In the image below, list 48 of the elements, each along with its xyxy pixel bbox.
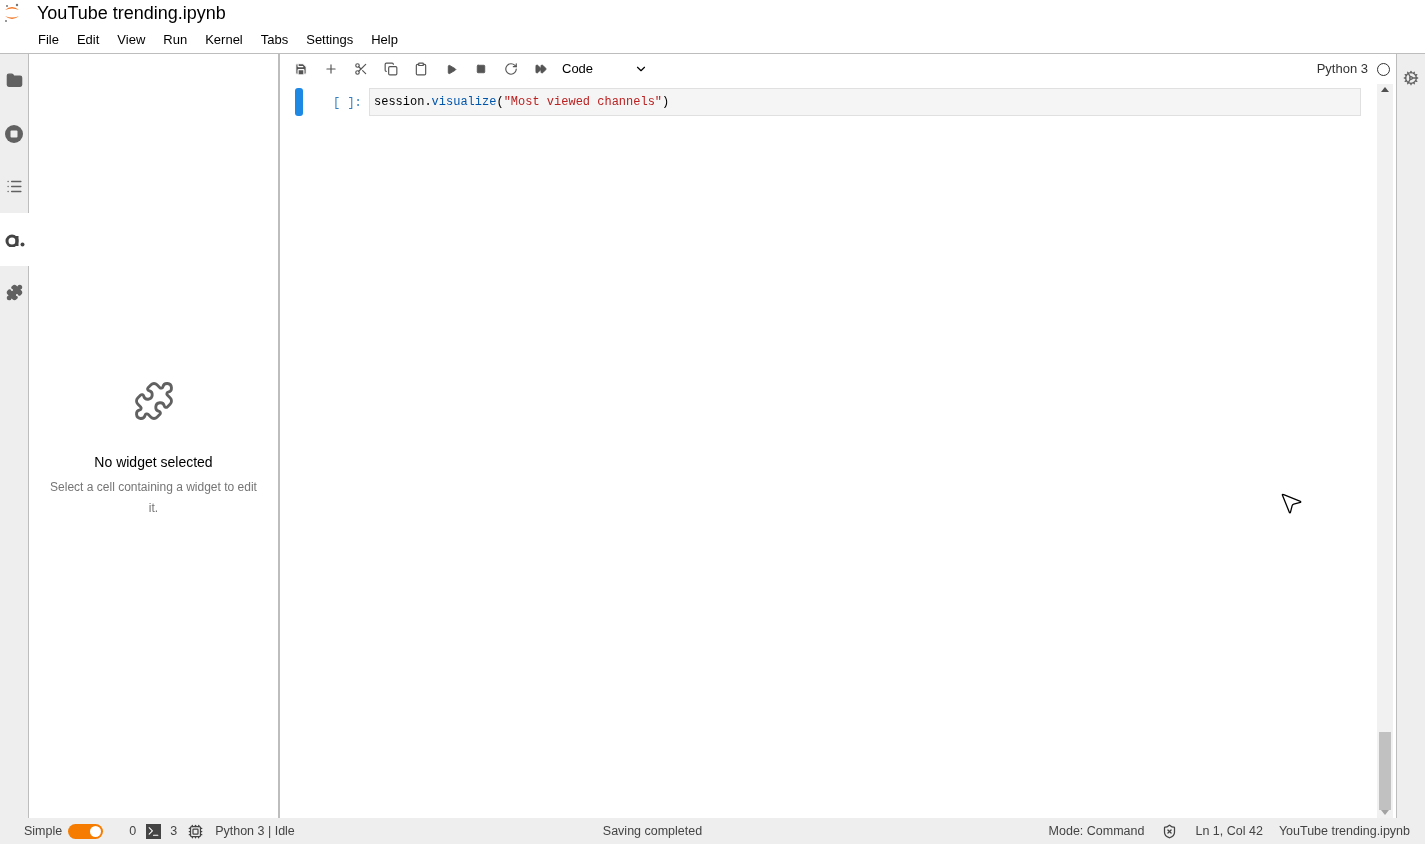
status-label: Simple [24, 822, 63, 840]
scroll-thumb[interactable] [1379, 732, 1391, 810]
kernel-status[interactable]: Python 3 | Idle [215, 821, 295, 841]
toggle-switch[interactable] [68, 823, 104, 839]
a-dot-logo-icon[interactable] [4, 232, 25, 247]
plus-icon[interactable] [324, 62, 338, 76]
restart-icon[interactable] [504, 62, 518, 76]
kernel-name[interactable]: Python 3 [1316, 59, 1368, 79]
editor-mode: Mode: Command [1048, 822, 1145, 840]
jupyter-logo-icon [4, 3, 20, 23]
folder-icon[interactable] [5, 72, 23, 89]
status-message: Saving completed [602, 822, 703, 840]
file-name: YouTube trending.ipynb [1278, 822, 1410, 840]
panel-message: Select a cell containing a widget to edit it. [49, 479, 258, 517]
menu-item[interactable]: Help [362, 29, 407, 50]
stop-icon[interactable] [476, 64, 486, 74]
copy-icon[interactable] [384, 62, 398, 76]
menu-item[interactable]: File [29, 29, 68, 50]
fast-forward-icon[interactable] [535, 63, 547, 75]
cell-prompt: [ ]: [333, 95, 363, 112]
menu-item[interactable]: Settings [297, 29, 363, 50]
sidebar-tab[interactable] [0, 213, 29, 266]
shield-x-icon[interactable] [1162, 823, 1178, 839]
window-title: YouTube trending.ipynb [37, 1, 226, 25]
paste-icon[interactable] [414, 62, 428, 76]
run-icon[interactable] [445, 63, 457, 75]
chip-icon[interactable] [188, 823, 204, 839]
code-input[interactable]: session.visualize("Most viewed channels") [369, 88, 1361, 116]
cell-type-dropdown[interactable]: Code [562, 59, 648, 79]
cursor-position[interactable]: Ln 1, Col 42 [1195, 821, 1263, 841]
settings-icon[interactable] [1403, 70, 1419, 86]
menu-item[interactable]: Kernel [196, 29, 252, 50]
menu-item[interactable]: Run [154, 29, 197, 50]
stop-circle-icon[interactable] [5, 124, 23, 143]
kernel-count: 3 [170, 822, 178, 840]
menu-item[interactable]: Edit [67, 29, 109, 50]
puzzle-icon[interactable] [5, 284, 23, 301]
scroll-up-icon[interactable] [1381, 86, 1389, 92]
menu-item[interactable]: View [108, 29, 155, 50]
terminal-count: 0 [129, 822, 137, 840]
save-icon[interactable] [294, 62, 308, 76]
menu-item[interactable]: Tabs [251, 29, 298, 50]
panel-title: No widget selected [94, 453, 213, 472]
list-icon[interactable] [5, 178, 23, 195]
cut-icon[interactable] [354, 62, 368, 76]
scrollbar[interactable] [1377, 84, 1393, 818]
puzzle-icon [132, 380, 175, 422]
terminal-icon[interactable] [146, 823, 162, 839]
